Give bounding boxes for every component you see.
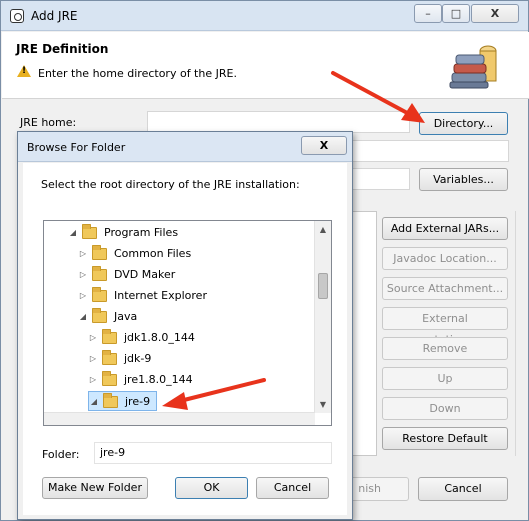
dialog-instruction: Select the root directory of the JRE ins… [41, 178, 300, 191]
main-cancel-button[interactable]: Cancel [418, 477, 508, 501]
maximize-button[interactable]: □ [442, 4, 470, 23]
folder-input[interactable]: jre-9 [94, 442, 332, 464]
minimize-button[interactable]: – [414, 4, 442, 23]
close-button[interactable]: X [471, 4, 519, 23]
folder-icon [102, 329, 117, 344]
variables-button[interactable]: Variables... [419, 168, 508, 191]
tree-item[interactable]: ▷ jdk-9 [88, 349, 153, 369]
folder-tree[interactable]: ◢ Program Files ▷ Common Files ▷ DVD Maker … [43, 220, 332, 426]
wizard-header: JRE Definition Enter the home directory … [2, 32, 529, 99]
expand-toggle-icon[interactable]: ▷ [78, 286, 88, 306]
restore-default-button[interactable]: Restore Default [382, 427, 508, 450]
folder-icon [102, 371, 117, 386]
jre-home-input[interactable] [147, 111, 410, 133]
library-books-icon [449, 45, 497, 89]
expand-toggle-icon[interactable]: ▷ [78, 265, 88, 285]
page-title: JRE Definition [16, 42, 109, 56]
tree-item-selected[interactable]: ◢ jre-9 [88, 391, 158, 412]
folder-label: Folder: [42, 448, 80, 461]
folder-icon [103, 393, 118, 408]
add-external-jars-button[interactable]: Add External JARs... [382, 217, 508, 240]
remove-button[interactable]: Remove [382, 337, 508, 360]
dialog-cancel-button[interactable]: Cancel [256, 477, 329, 499]
scroll-up-icon[interactable]: ▲ [315, 221, 331, 238]
header-message: Enter the home directory of the JRE. [38, 67, 237, 80]
tree-item[interactable]: ▷ jre1.8.0_144 [88, 370, 195, 390]
dialog-close-button[interactable]: X [301, 136, 347, 155]
browse-for-folder-dialog: Browse For Folder X Select the root dire… [17, 131, 353, 520]
expand-toggle-icon[interactable]: ▷ [88, 328, 98, 348]
dialog-title: Browse For Folder [27, 141, 126, 154]
tree-item[interactable]: ◢ Program Files [68, 223, 180, 243]
title-bar: Add JRE – □ X [1, 1, 528, 31]
source-attachment-button[interactable]: Source Attachment... [382, 277, 508, 300]
jre-home-label: JRE home: [20, 116, 77, 129]
app-icon [10, 9, 24, 23]
collapse-toggle-icon[interactable]: ◢ [68, 223, 78, 243]
tree-vertical-scrollbar[interactable]: ▲ ▼ [314, 221, 331, 413]
tree-item[interactable]: ▷ Common Files [78, 244, 193, 264]
folder-icon [102, 350, 117, 365]
dialog-title-bar: Browse For Folder X [18, 132, 352, 162]
folder-icon [92, 266, 107, 281]
javadoc-location-button[interactable]: Javadoc Location... [382, 247, 508, 270]
warning-icon [17, 65, 31, 77]
panel-edge [515, 211, 516, 456]
scroll-thumb[interactable] [318, 273, 328, 299]
tree-horizontal-scrollbar[interactable] [44, 412, 315, 425]
window-title: Add JRE [31, 9, 78, 23]
expand-toggle-icon[interactable]: ▷ [88, 349, 98, 369]
expand-toggle-icon[interactable]: ▷ [88, 370, 98, 390]
ok-button[interactable]: OK [175, 477, 248, 499]
expand-toggle-icon[interactable]: ▷ [78, 244, 88, 264]
tree-item[interactable]: ▷ jdk1.8.0_144 [88, 328, 197, 348]
make-new-folder-button[interactable]: Make New Folder [42, 477, 148, 499]
folder-icon [82, 224, 97, 239]
scroll-down-icon[interactable]: ▼ [315, 396, 331, 413]
up-button[interactable]: Up [382, 367, 508, 390]
folder-icon [92, 308, 107, 323]
tree-item[interactable]: ◢ Java [78, 307, 139, 327]
folder-icon [92, 245, 107, 260]
down-button[interactable]: Down [382, 397, 508, 420]
tree-item[interactable]: ▷ Internet Explorer [78, 286, 209, 306]
directory-button[interactable]: Directory... [419, 112, 508, 135]
external-annotations-button[interactable]: External annotations... [382, 307, 508, 346]
tree-item[interactable]: ▷ DVD Maker [78, 265, 177, 285]
folder-icon [92, 287, 107, 302]
collapse-toggle-icon[interactable]: ◢ [89, 392, 99, 412]
collapse-toggle-icon[interactable]: ◢ [78, 307, 88, 327]
